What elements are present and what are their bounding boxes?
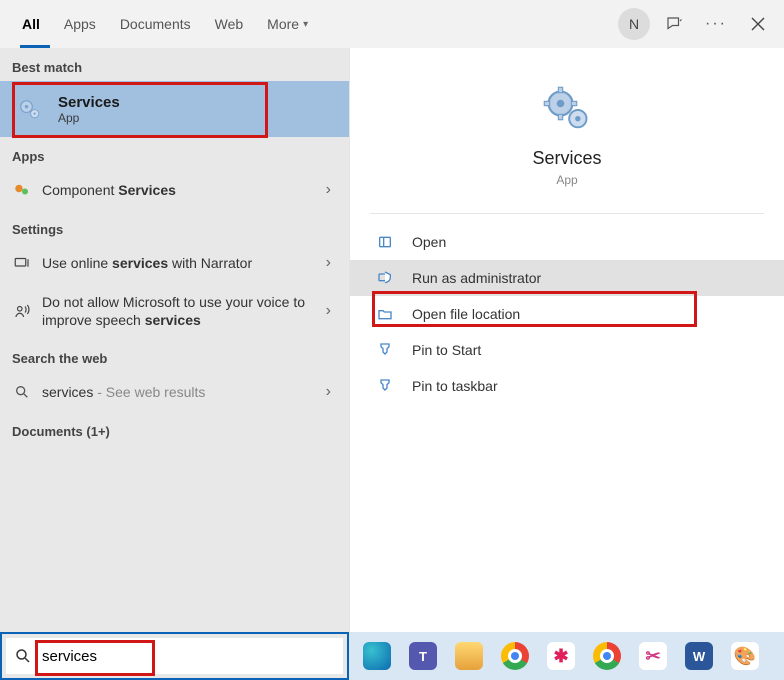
best-match-subtitle: App (58, 111, 120, 125)
best-match-text: Services App (58, 94, 120, 125)
taskbar-app-edge[interactable] (357, 636, 397, 676)
chevron-right-icon: › (326, 254, 337, 272)
tab-more-label: More (267, 16, 299, 32)
results-pane: Best match Services App Apps Component S… (0, 48, 349, 632)
speech-icon (12, 301, 32, 321)
action-pin-taskbar-label: Pin to taskbar (412, 378, 498, 394)
chevron-down-icon: ▾ (303, 19, 308, 30)
apps-section-label: Apps (0, 137, 349, 170)
action-open-location-label: Open file location (412, 306, 520, 322)
chrome-icon (501, 642, 529, 670)
more-options-button[interactable]: ··· (698, 6, 734, 42)
search-input[interactable] (38, 644, 335, 669)
documents-section-label: Documents (1+) (0, 412, 349, 445)
gears-icon (541, 84, 593, 136)
slack-icon: ✱ (547, 642, 575, 670)
chrome-icon (593, 642, 621, 670)
taskbar-app-chrome[interactable] (495, 636, 535, 676)
action-pin-taskbar[interactable]: Pin to taskbar (350, 368, 784, 404)
apps-result-label: Component Services (42, 181, 326, 199)
action-pin-start[interactable]: Pin to Start (350, 332, 784, 368)
palette-icon: 🎨 (731, 642, 759, 670)
filter-tabbar: All Apps Documents Web More ▾ N ··· (0, 0, 784, 48)
word-icon: W (685, 642, 713, 670)
taskbar-app-snip[interactable]: ✂ (633, 636, 673, 676)
action-run-admin-label: Run as administrator (412, 270, 541, 286)
open-icon (376, 234, 394, 250)
web-section-label: Search the web (0, 339, 349, 372)
close-icon (751, 17, 765, 31)
action-open-location[interactable]: Open file location (350, 296, 784, 332)
apps-result-component-services[interactable]: Component Services › (0, 170, 349, 210)
main-panes: Best match Services App Apps Component S… (0, 48, 784, 632)
taskbar-tray: T ✱ ✂ W 🎨 (349, 632, 784, 680)
detail-hero: Services App (350, 64, 784, 195)
search-box[interactable] (6, 638, 343, 674)
teams-icon: T (409, 642, 437, 670)
titlebar-actions: N ··· (618, 0, 776, 48)
pin-icon (376, 342, 394, 358)
settings-section-label: Settings (0, 210, 349, 243)
search-icon (12, 382, 32, 402)
action-run-admin[interactable]: Run as administrator (350, 260, 784, 296)
user-avatar[interactable]: N (618, 8, 650, 40)
action-pin-start-label: Pin to Start (412, 342, 481, 358)
best-match-result[interactable]: Services App (0, 81, 349, 137)
taskbar-app-slack[interactable]: ✱ (541, 636, 581, 676)
feedback-button[interactable] (656, 6, 692, 42)
taskbar-app-chrome2[interactable] (587, 636, 627, 676)
taskbar-app-teams[interactable]: T (403, 636, 443, 676)
detail-title: Services (350, 148, 784, 169)
search-container (0, 632, 349, 680)
feedback-icon (665, 15, 683, 33)
pin-icon (376, 378, 394, 394)
scissors-icon: ✂ (639, 642, 667, 670)
chevron-right-icon: › (326, 383, 337, 401)
taskbar-app-paint[interactable]: 🎨 (725, 636, 765, 676)
divider (370, 213, 764, 214)
settings-result-speech-label: Do not allow Microsoft to use your voice… (42, 293, 326, 329)
tab-apps[interactable]: Apps (52, 0, 108, 48)
narrator-icon (12, 253, 32, 273)
admin-icon (376, 270, 394, 286)
best-match-title: Services (58, 94, 120, 111)
detail-subtitle: App (350, 173, 784, 187)
action-open[interactable]: Open (350, 224, 784, 260)
tab-all[interactable]: All (10, 0, 52, 48)
folder-icon (376, 306, 394, 322)
taskbar-app-word[interactable]: W (679, 636, 719, 676)
settings-result-narrator[interactable]: Use online services with Narrator › (0, 243, 349, 283)
tab-documents[interactable]: Documents (108, 0, 203, 48)
component-services-icon (12, 180, 32, 200)
web-result-services[interactable]: services - See web results › (0, 372, 349, 412)
tab-web[interactable]: Web (203, 0, 256, 48)
settings-result-speech[interactable]: Do not allow Microsoft to use your voice… (0, 283, 349, 339)
gears-icon (16, 95, 44, 123)
more-icon: ··· (705, 15, 727, 33)
action-open-label: Open (412, 234, 446, 250)
chevron-right-icon: › (326, 302, 337, 320)
web-result-label: services - See web results (42, 383, 326, 401)
detail-pane: Services App Open Run as administrator O… (349, 48, 784, 632)
search-icon (14, 647, 32, 665)
edge-icon (363, 642, 391, 670)
best-match-label: Best match (0, 48, 349, 81)
chevron-right-icon: › (326, 181, 337, 199)
taskbar-app-explorer[interactable] (449, 636, 489, 676)
taskbar: T ✱ ✂ W 🎨 (0, 632, 784, 680)
folder-icon (455, 642, 483, 670)
settings-result-narrator-label: Use online services with Narrator (42, 254, 326, 272)
close-button[interactable] (740, 6, 776, 42)
tab-more[interactable]: More ▾ (255, 0, 320, 48)
